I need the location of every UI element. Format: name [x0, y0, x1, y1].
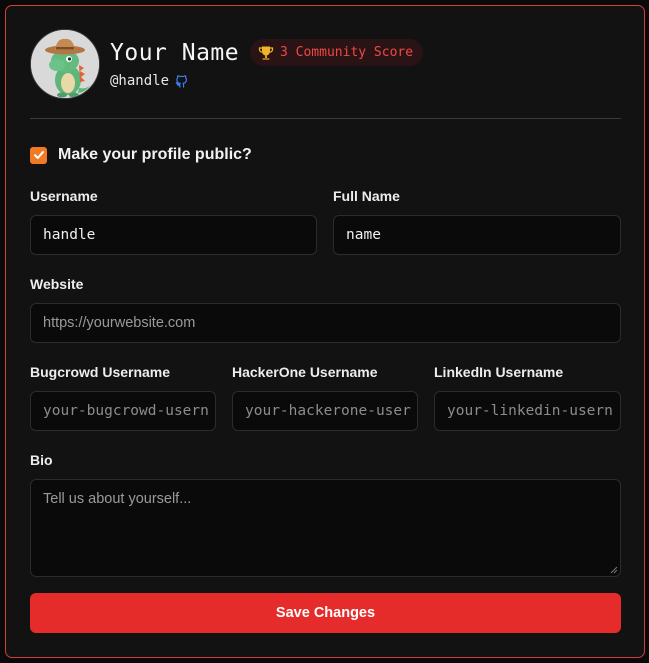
- community-score-badge: 3 Community Score: [250, 39, 424, 66]
- avatar: [30, 29, 100, 99]
- linkedin-placeholder: your-linkedin-usern: [447, 403, 613, 419]
- bio-placeholder: Tell us about yourself...: [43, 491, 192, 507]
- linkedin-label: LinkedIn Username: [434, 364, 564, 380]
- hackerone-placeholder: your-hackerone-user: [245, 403, 411, 419]
- website-label: Website: [30, 276, 84, 292]
- website-input[interactable]: https://yourwebsite.com: [30, 303, 621, 343]
- bio-textarea[interactable]: Tell us about yourself...: [30, 479, 621, 577]
- checkmark-icon: [33, 151, 44, 159]
- bugcrowd-placeholder: your-bugcrowd-usern: [43, 403, 209, 419]
- public-profile-toggle[interactable]: Make your profile public?: [30, 146, 252, 164]
- hackerone-label: HackerOne Username: [232, 364, 378, 380]
- linkedin-input[interactable]: your-linkedin-usern: [434, 391, 621, 431]
- full-name-value: name: [346, 227, 381, 243]
- handle-row: @handle: [110, 73, 189, 89]
- bugcrowd-input[interactable]: your-bugcrowd-usern: [30, 391, 216, 431]
- save-changes-button[interactable]: Save Changes: [30, 593, 621, 633]
- public-profile-label: Make your profile public?: [58, 146, 252, 163]
- full-name-input[interactable]: name: [333, 215, 621, 255]
- profile-header: Your Name 3 Community Score @handle: [30, 29, 621, 99]
- github-icon[interactable]: [175, 74, 189, 88]
- header-divider: [30, 118, 621, 119]
- community-score-text: 3 Community Score: [280, 45, 414, 60]
- trophy-icon: [258, 46, 274, 60]
- bugcrowd-label: Bugcrowd Username: [30, 364, 171, 380]
- username-value: handle: [43, 227, 96, 243]
- dinosaur-avatar-icon: [31, 30, 99, 98]
- public-profile-checkbox[interactable]: [30, 146, 47, 164]
- resize-handle-icon[interactable]: [610, 566, 618, 574]
- website-placeholder: https://yourwebsite.com: [43, 315, 196, 331]
- username-input[interactable]: handle: [30, 215, 317, 255]
- full-name-label: Full Name: [333, 188, 400, 204]
- display-name: Your Name: [110, 40, 240, 66]
- profile-card: Your Name 3 Community Score @handle Make…: [5, 5, 645, 658]
- username-label: Username: [30, 188, 98, 204]
- hackerone-input[interactable]: your-hackerone-user: [232, 391, 418, 431]
- handle-text: @handle: [110, 73, 170, 89]
- bio-label: Bio: [30, 452, 53, 468]
